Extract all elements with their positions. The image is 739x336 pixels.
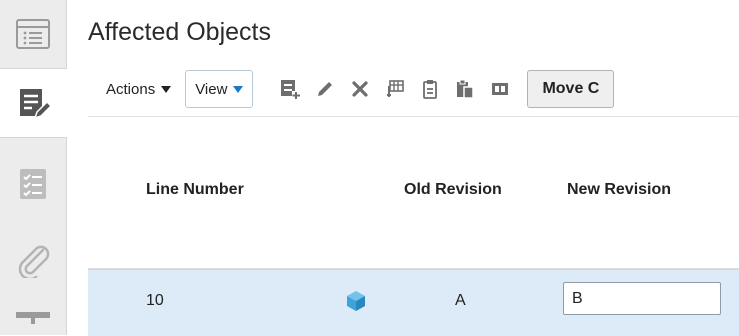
rail-tab-overview[interactable] <box>0 0 66 68</box>
view-menu-button[interactable]: View <box>185 70 254 108</box>
column-header-line-number[interactable]: Line Number <box>146 181 244 199</box>
actions-menu-label: Actions <box>106 80 156 98</box>
paperclip-icon <box>18 245 50 278</box>
list-icon <box>16 19 50 49</box>
delete-icon[interactable] <box>349 78 371 100</box>
rail-tab-tasks[interactable] <box>0 150 66 218</box>
move-button[interactable]: Move C <box>527 70 615 108</box>
item-cube-icon <box>346 290 366 317</box>
rail-tab-attachments[interactable] <box>0 226 66 294</box>
actions-menu-button[interactable]: Actions <box>88 75 177 103</box>
table-toolbar: Actions View Move C <box>88 67 739 111</box>
freeze-columns-icon[interactable] <box>384 78 406 100</box>
old-revision-cell: A <box>455 292 466 309</box>
add-row-icon[interactable] <box>279 78 301 100</box>
line-number-cell: 10 <box>146 292 164 309</box>
edit-document-icon <box>19 89 52 120</box>
table-row[interactable]: 10 A <box>88 269 739 336</box>
copy-icon[interactable] <box>419 78 441 100</box>
edit-pencil-icon[interactable] <box>314 78 336 100</box>
more-icon <box>16 312 50 324</box>
new-revision-input[interactable] <box>563 282 721 315</box>
page-title: Affected Objects <box>88 18 271 46</box>
checklist-icon <box>20 169 46 199</box>
toolbar-divider <box>88 116 739 117</box>
view-menu-label: View <box>195 80 228 98</box>
paste-icon[interactable] <box>454 78 476 100</box>
detach-icon[interactable] <box>489 78 511 100</box>
chevron-down-icon <box>161 85 172 93</box>
rail-tab-more[interactable] <box>0 300 66 335</box>
column-header-new-revision[interactable]: New Revision <box>567 181 671 199</box>
side-tab-rail <box>0 0 67 335</box>
column-header-old-revision[interactable]: Old Revision <box>404 181 502 199</box>
chevron-down-icon <box>233 85 244 93</box>
rail-tab-affected-objects[interactable] <box>0 68 67 138</box>
